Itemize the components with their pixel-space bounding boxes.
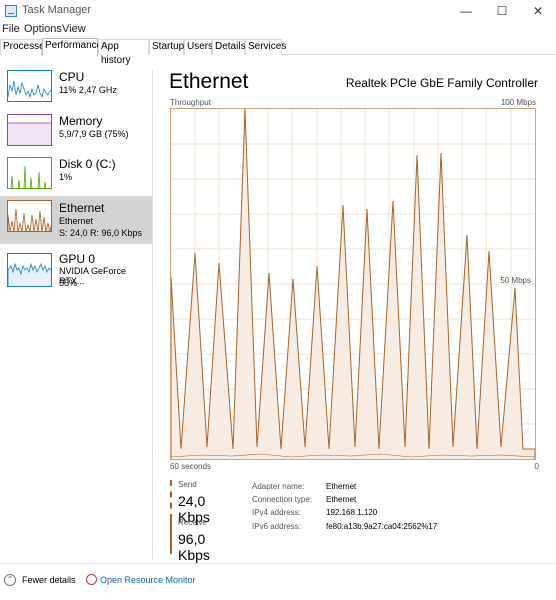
sidebar-item-name: CPU	[59, 70, 85, 84]
window-title: Task Manager	[22, 4, 92, 16]
open-resource-monitor-link[interactable]: Open Resource Monitor	[100, 575, 196, 585]
time-span-label: 60 seconds	[170, 462, 211, 471]
title-bar: Task Manager — ☐ ✕	[0, 0, 556, 22]
sidebar-item-cpu[interactable]: CPU 11% 2,47 GHz	[0, 70, 152, 120]
mid-scale-label: 50 Mbps	[500, 276, 531, 285]
maximize-button[interactable]: ☐	[484, 0, 520, 22]
menu-view[interactable]: View	[62, 23, 86, 35]
throughput-label: Throughput	[170, 98, 211, 107]
sidebar-item-detail: 11% 2,47 GHz	[59, 85, 117, 95]
tab-services[interactable]: Services	[245, 39, 286, 55]
minimize-button[interactable]: —	[448, 0, 484, 22]
connection-type-value: Ethernet	[326, 495, 357, 504]
task-manager-icon	[5, 5, 17, 17]
resource-sidebar: CPU 11% 2,47 GHz Memory 5,9/7,9 GB (75%)…	[0, 70, 152, 560]
connection-type-label: Connection type:	[252, 495, 313, 504]
max-scale-label: 100 Mbps	[500, 98, 536, 107]
receive-label: Receive	[178, 518, 207, 527]
sidebar-item-detail: 5,9/7,9 GB (75%)	[59, 129, 129, 139]
adapter-name-label: Adapter name:	[252, 482, 305, 491]
ethernet-panel: Ethernet Realtek PCIe GbE Family Control…	[153, 70, 556, 570]
fewer-details-link[interactable]: Fewer details	[22, 575, 76, 585]
sidebar-item-detail: 1%	[59, 172, 73, 182]
zero-label: 0	[534, 462, 539, 471]
adapter-model: Realtek PCIe GbE Family Controller	[345, 76, 538, 90]
adapter-name-value: Ethernet	[326, 482, 357, 491]
sidebar-item-name: Ethernet	[59, 201, 105, 215]
ethernet-thumbnail	[7, 200, 52, 232]
sidebar-item-usage: 55%	[59, 278, 78, 288]
throughput-graph: 50 Mbps	[170, 108, 536, 460]
sidebar-item-name: Memory	[59, 114, 103, 128]
memory-thumbnail	[7, 114, 52, 146]
cpu-thumbnail	[7, 70, 52, 102]
menu-file[interactable]: File	[2, 23, 20, 35]
sidebar-item-rates: S: 24,0 R: 96,0 Kbps	[59, 228, 143, 238]
send-label: Send	[178, 480, 197, 489]
receive-pane: Receive 96,0 Kbps	[170, 518, 240, 563]
tab-users[interactable]: Users	[184, 39, 213, 55]
sidebar-item-gpu[interactable]: GPU 0 NVIDIA GeForce RTX... 55%	[0, 250, 152, 300]
tab-app-history[interactable]: App history	[98, 39, 149, 66]
ipv4-value: 192.168.1.120	[326, 508, 378, 517]
footer-bar: ⌃ Fewer details Open Resource Monitor	[0, 563, 556, 600]
menu-bar: File Options View	[0, 22, 556, 38]
chevron-up-icon[interactable]: ⌃	[4, 574, 16, 586]
tab-strip: Processes Performance App history Startu…	[0, 38, 556, 66]
send-pane: Send 24,0 Kbps	[170, 480, 240, 525]
tab-details[interactable]: Details	[212, 39, 246, 55]
sidebar-item-name: GPU 0	[59, 252, 96, 266]
sidebar-item-detail: Ethernet	[59, 216, 94, 226]
sidebar-item-ethernet[interactable]: Ethernet Ethernet S: 24,0 R: 96,0 Kbps	[0, 196, 152, 244]
disk-thumbnail	[7, 157, 52, 189]
sidebar-item-name: Disk 0 (C:)	[59, 157, 116, 171]
tab-startup[interactable]: Startup	[149, 39, 184, 55]
resource-monitor-icon	[86, 574, 97, 585]
ipv6-label: IPv6 address:	[252, 522, 301, 531]
ipv4-label: IPv4 address:	[252, 508, 301, 517]
close-button[interactable]: ✕	[520, 0, 556, 22]
gpu-thumbnail	[7, 253, 52, 287]
tab-processes[interactable]: Processes	[0, 39, 50, 55]
page-title: Ethernet	[169, 70, 249, 93]
ipv6-value: fe80:a13b:9a27:ca04:2562%17	[326, 522, 438, 531]
menu-options[interactable]: Options	[24, 23, 62, 35]
tab-performance[interactable]: Performance	[42, 38, 102, 56]
receive-value: 96,0 Kbps	[178, 531, 210, 563]
